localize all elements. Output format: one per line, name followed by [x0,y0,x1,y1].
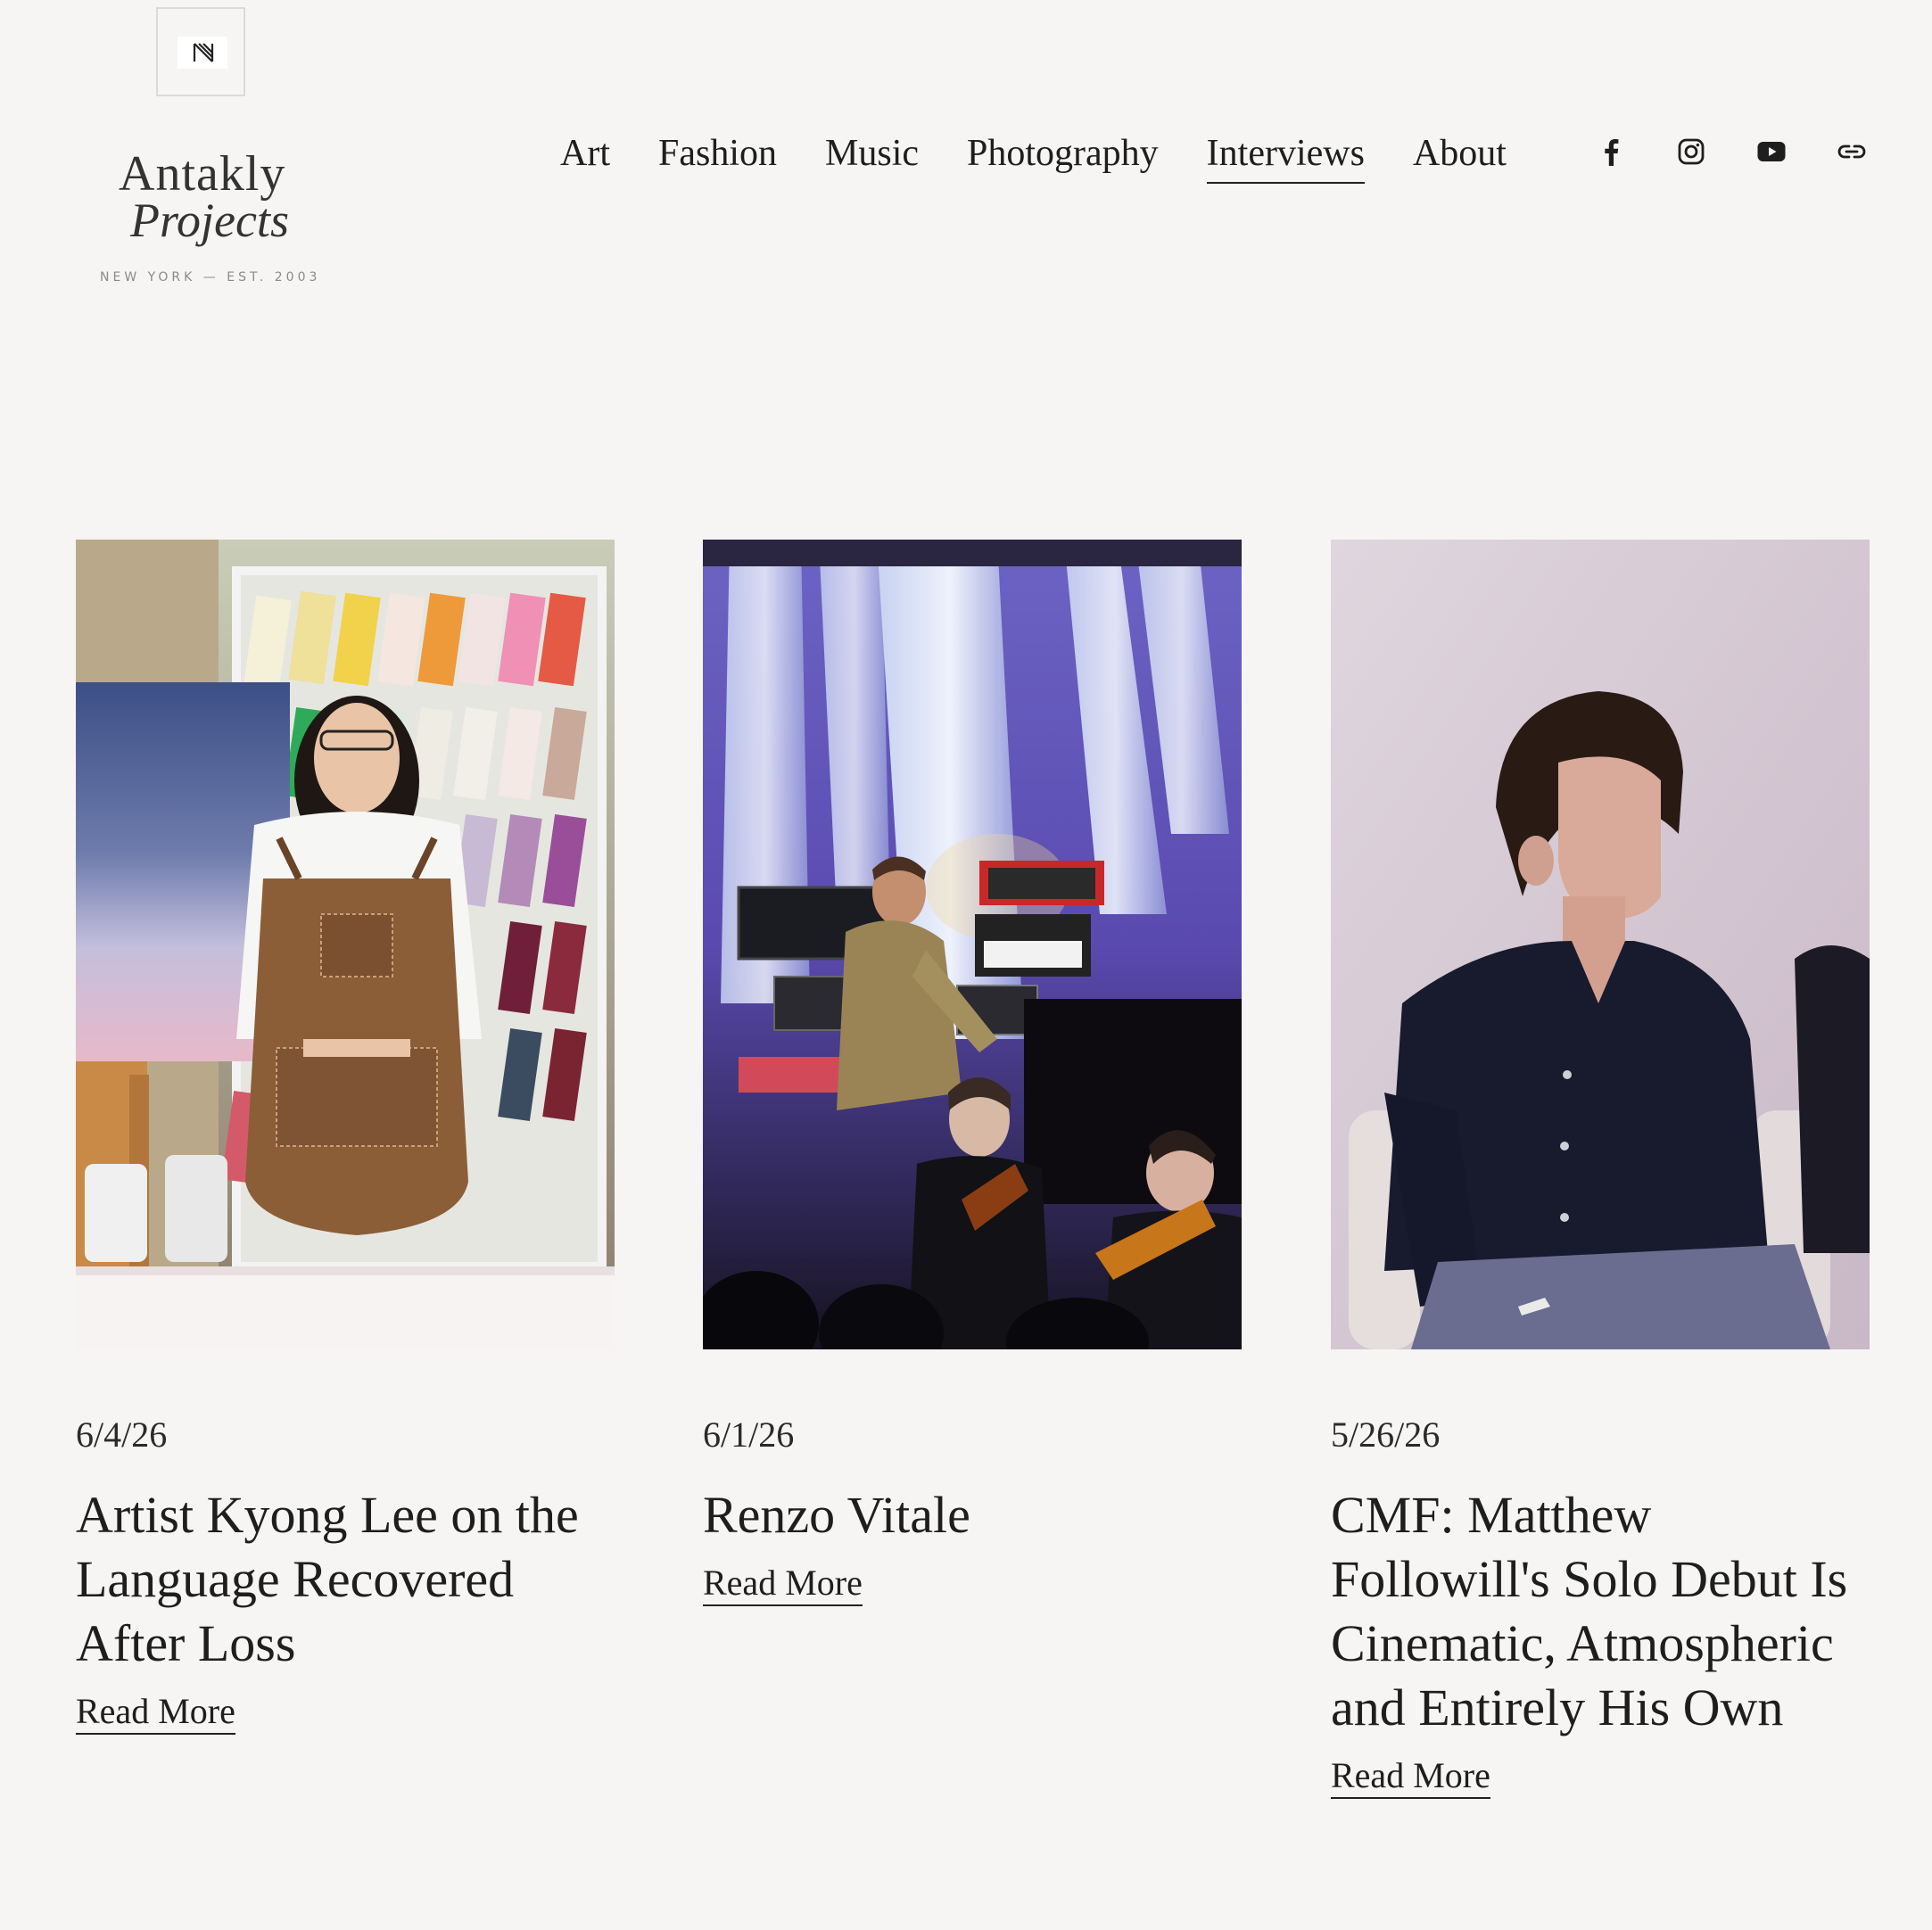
youtube-icon[interactable] [1757,137,1786,166]
nav-item-music[interactable]: Music [825,132,919,182]
main-nav: Art Fashion Music Photography Interviews… [560,132,1507,184]
post-image-portrait[interactable] [1331,540,1870,1349]
logo-tagline: NEW YORK — EST. 2003 [100,270,321,285]
nav-item-fashion[interactable]: Fashion [658,132,777,182]
read-more-link[interactable]: Read More [703,1563,863,1606]
post-date: 6/4/26 [76,1415,168,1455]
post-date: 5/26/26 [1331,1415,1441,1455]
post-title[interactable]: Renzo Vitale [703,1483,1242,1547]
post-card: 5/26/26 CMF: Matthew Followill's Solo De… [1331,540,1870,1799]
nav-item-photography[interactable]: Photography [967,132,1159,182]
site-logo[interactable]: Antakly Projects NEW YORK — EST. 2003 [96,7,317,293]
post-title[interactable]: Artist Kyong Lee on the Language Recover… [76,1483,615,1676]
instagram-icon[interactable] [1677,137,1705,166]
post-card: 6/4/26 Artist Kyong Lee on the Language … [76,540,615,1735]
read-more-link[interactable]: Read More [76,1692,235,1735]
post-card: 6/1/26 Renzo Vitale Read More [703,540,1242,1606]
post-title[interactable]: CMF: Matthew Followill's Solo Debut Is C… [1331,1483,1870,1740]
logo-monogram-icon [193,43,214,62]
post-date: 6/1/26 [703,1415,795,1455]
facebook-icon[interactable] [1597,137,1625,166]
social-links [1597,137,1866,166]
read-more-link[interactable]: Read More [1331,1756,1490,1799]
link-icon[interactable] [1837,137,1866,166]
post-image-concert[interactable] [703,540,1242,1349]
logo-mark [156,7,245,96]
post-image-artist-studio[interactable] [76,540,615,1349]
nav-item-interviews[interactable]: Interviews [1206,132,1365,184]
nav-item-art[interactable]: Art [560,132,610,182]
nav-item-about[interactable]: About [1413,132,1507,182]
logo-wordmark-line2: Projects [130,194,289,247]
